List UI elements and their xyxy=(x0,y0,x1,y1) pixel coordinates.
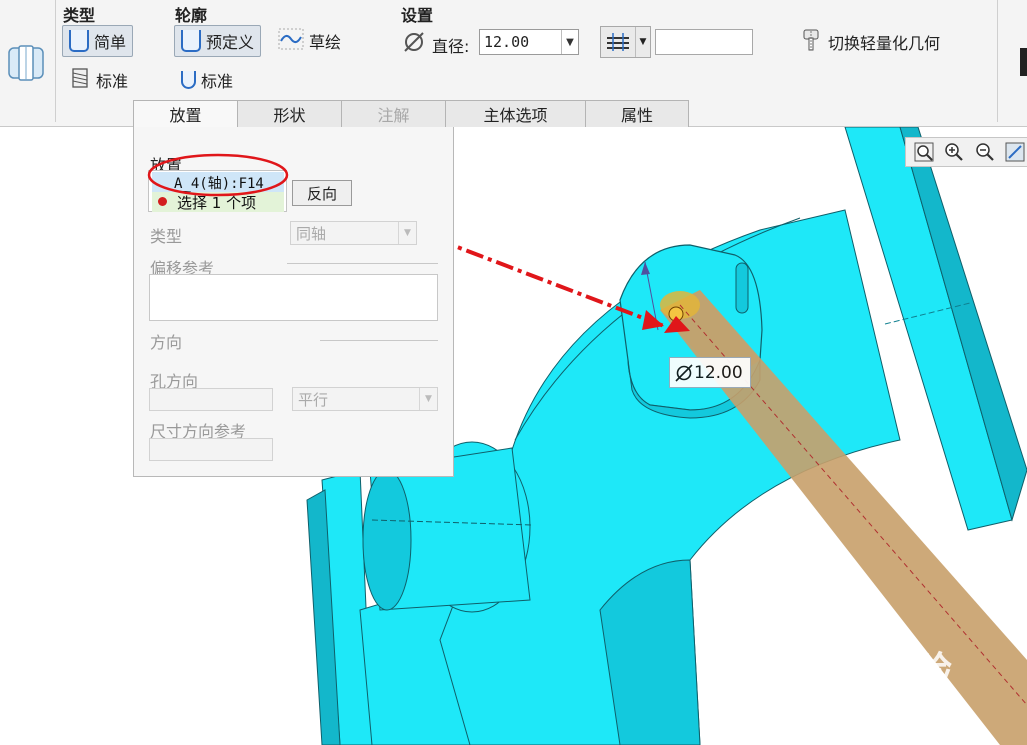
repaint-icon[interactable] xyxy=(1003,140,1027,164)
settings-group-header: 设置 xyxy=(401,6,434,25)
standard-profile-label: 标准 xyxy=(201,72,234,91)
dashboard-tabs: 放置 形状 注解 主体选项 属性 xyxy=(133,100,689,127)
required-dot-icon xyxy=(158,197,167,206)
sketch-profile-button[interactable]: 草绘 xyxy=(271,25,348,57)
standard-hole-button[interactable]: 标准 xyxy=(62,64,135,96)
ribbon-overflow-icon[interactable] xyxy=(1020,48,1027,76)
depth-value-field[interactable] xyxy=(655,29,753,55)
sketch-wave-icon xyxy=(278,28,304,54)
watermark-logo: Bai 经验 xyxy=(790,649,953,693)
diameter-dropdown-arrow[interactable]: ▼ xyxy=(561,30,578,54)
tab-body-options[interactable]: 主体选项 xyxy=(445,100,586,127)
flip-button[interactable]: 反向 xyxy=(292,180,352,206)
diameter-symbol-icon xyxy=(675,363,693,382)
ribbon: 类型 简单 标准 轮廓 预定义 草绘 标准 设置 直径: 12.00 ▼ ▼ 切… xyxy=(0,0,1027,127)
simple-hole-icon xyxy=(69,30,89,52)
profile-group-header: 轮廓 xyxy=(175,6,208,25)
hole-direction-value: 平行 xyxy=(298,390,329,409)
offset-refs-collector[interactable] xyxy=(149,274,438,321)
standard-hole-label: 标准 xyxy=(96,72,129,91)
predefined-profile-icon xyxy=(181,30,201,52)
type-label: 类型 xyxy=(150,227,183,246)
zoom-refit-icon[interactable] xyxy=(912,140,936,164)
tab-notes: 注解 xyxy=(341,100,446,127)
direction-label: 方向 xyxy=(150,333,183,352)
diameter-combobox[interactable]: 12.00 ▼ xyxy=(479,29,579,55)
diameter-label: 直径: xyxy=(432,37,470,56)
predefined-profile-button[interactable]: 预定义 xyxy=(174,25,262,57)
zoom-out-icon[interactable] xyxy=(973,140,997,164)
diameter-value[interactable]: 12.00 xyxy=(480,30,561,54)
simple-hole-label: 简单 xyxy=(94,33,127,52)
hole-direction-ref-field[interactable] xyxy=(149,388,273,411)
dim-direction-ref-field[interactable] xyxy=(149,438,273,461)
hole-tool-icon[interactable] xyxy=(6,42,46,84)
tab-properties[interactable]: 属性 xyxy=(585,100,689,127)
offset-refs-divider xyxy=(287,263,438,264)
hole-direction-dropdown[interactable]: 平行 ▼ xyxy=(292,387,438,411)
tab-placement[interactable]: 放置 xyxy=(133,100,238,127)
view-toolbar xyxy=(905,137,1027,167)
diameter-dimension-value: 12.00 xyxy=(694,362,743,383)
chevron-down-icon: ▼ xyxy=(419,388,437,410)
depth-option-button[interactable]: ▼ xyxy=(600,26,651,58)
direction-divider xyxy=(320,340,438,341)
diameter-dimension-handle[interactable]: 12.00 xyxy=(669,357,751,388)
standard-profile-icon xyxy=(181,71,196,89)
type-group-header: 类型 xyxy=(63,6,96,25)
sketch-profile-label: 草绘 xyxy=(309,33,342,52)
watermark-url: jingyan.baidu.com xyxy=(790,696,955,715)
simple-hole-button[interactable]: 简单 xyxy=(62,25,134,57)
type-dropdown-value: 同轴 xyxy=(296,224,327,243)
standard-profile-button[interactable]: 标准 xyxy=(174,64,240,96)
threaded-hole-icon xyxy=(69,67,91,93)
zoom-in-icon[interactable] xyxy=(942,140,966,164)
annotation-ellipse xyxy=(147,153,289,197)
toggle-lightweight-label: 切换轻量化几何 xyxy=(828,34,941,53)
toggle-lightweight-button[interactable]: 切换轻量化几何 xyxy=(792,26,947,58)
tab-shape[interactable]: 形状 xyxy=(237,100,342,127)
predefined-profile-label: 预定义 xyxy=(206,33,255,52)
depth-dropdown-arrow[interactable]: ▼ xyxy=(635,27,650,57)
lightweight-geometry-icon xyxy=(799,28,823,56)
chevron-down-icon: ▼ xyxy=(398,222,416,244)
type-dropdown[interactable]: 同轴 ▼ xyxy=(290,221,417,245)
blind-depth-icon xyxy=(601,27,635,57)
diameter-icon xyxy=(402,30,426,58)
